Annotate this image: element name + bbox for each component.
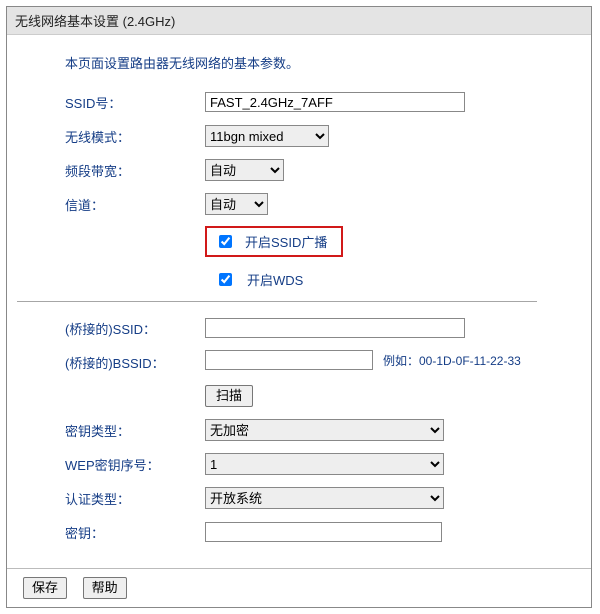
encryption-type-label: 密钥类型： — [65, 421, 205, 440]
channel-label: 信道： — [65, 195, 205, 214]
wds-checkbox[interactable] — [219, 273, 232, 286]
wireless-mode-label: 无线模式： — [65, 127, 205, 146]
wep-index-label: WEP密钥序号： — [65, 455, 205, 474]
scan-button[interactable]: 扫描 — [205, 385, 253, 407]
bridge-ssid-label: (桥接的)SSID： — [65, 319, 205, 338]
ssid-label: SSID号： — [65, 93, 205, 112]
save-button[interactable]: 保存 — [23, 577, 67, 599]
help-button[interactable]: 帮助 — [83, 577, 127, 599]
key-input[interactable] — [205, 522, 442, 542]
panel-title: 无线网络基本设置 (2.4GHz) — [7, 7, 591, 35]
button-bar: 保存 帮助 — [7, 568, 591, 607]
wireless-basic-settings-panel: 无线网络基本设置 (2.4GHz) 本页面设置路由器无线网络的基本参数。 SSI… — [6, 6, 592, 608]
bandwidth-label: 频段带宽： — [65, 161, 205, 180]
auth-type-label: 认证类型： — [65, 489, 205, 508]
bridge-bssid-input[interactable] — [205, 350, 373, 370]
divider — [17, 301, 537, 302]
wireless-mode-select[interactable]: 11bgn mixed — [205, 125, 329, 147]
bandwidth-select[interactable]: 自动 — [205, 159, 284, 181]
bridge-bssid-label: (桥接的)BSSID： — [65, 350, 205, 372]
channel-select[interactable]: 自动 — [205, 193, 268, 215]
panel-body: 本页面设置路由器无线网络的基本参数。 SSID号： 无线模式： 11bgn mi… — [7, 35, 591, 562]
encryption-type-select[interactable]: 无加密 — [205, 419, 444, 441]
wds-label: 开启WDS — [247, 270, 303, 289]
wep-index-select[interactable]: 1 — [205, 453, 444, 475]
bridge-ssid-input[interactable] — [205, 318, 465, 338]
bssid-hint: 例如：00-1D-0F-11-22-33 — [383, 352, 521, 369]
ssid-broadcast-label: 开启SSID广播 — [245, 232, 327, 251]
auth-type-select[interactable]: 开放系统 — [205, 487, 444, 509]
ssid-broadcast-highlight: 开启SSID广播 — [205, 226, 343, 257]
ssid-broadcast-checkbox[interactable] — [219, 235, 232, 248]
ssid-input[interactable] — [205, 92, 465, 112]
intro-text: 本页面设置路由器无线网络的基本参数。 — [65, 53, 579, 72]
key-label: 密钥： — [65, 523, 205, 542]
